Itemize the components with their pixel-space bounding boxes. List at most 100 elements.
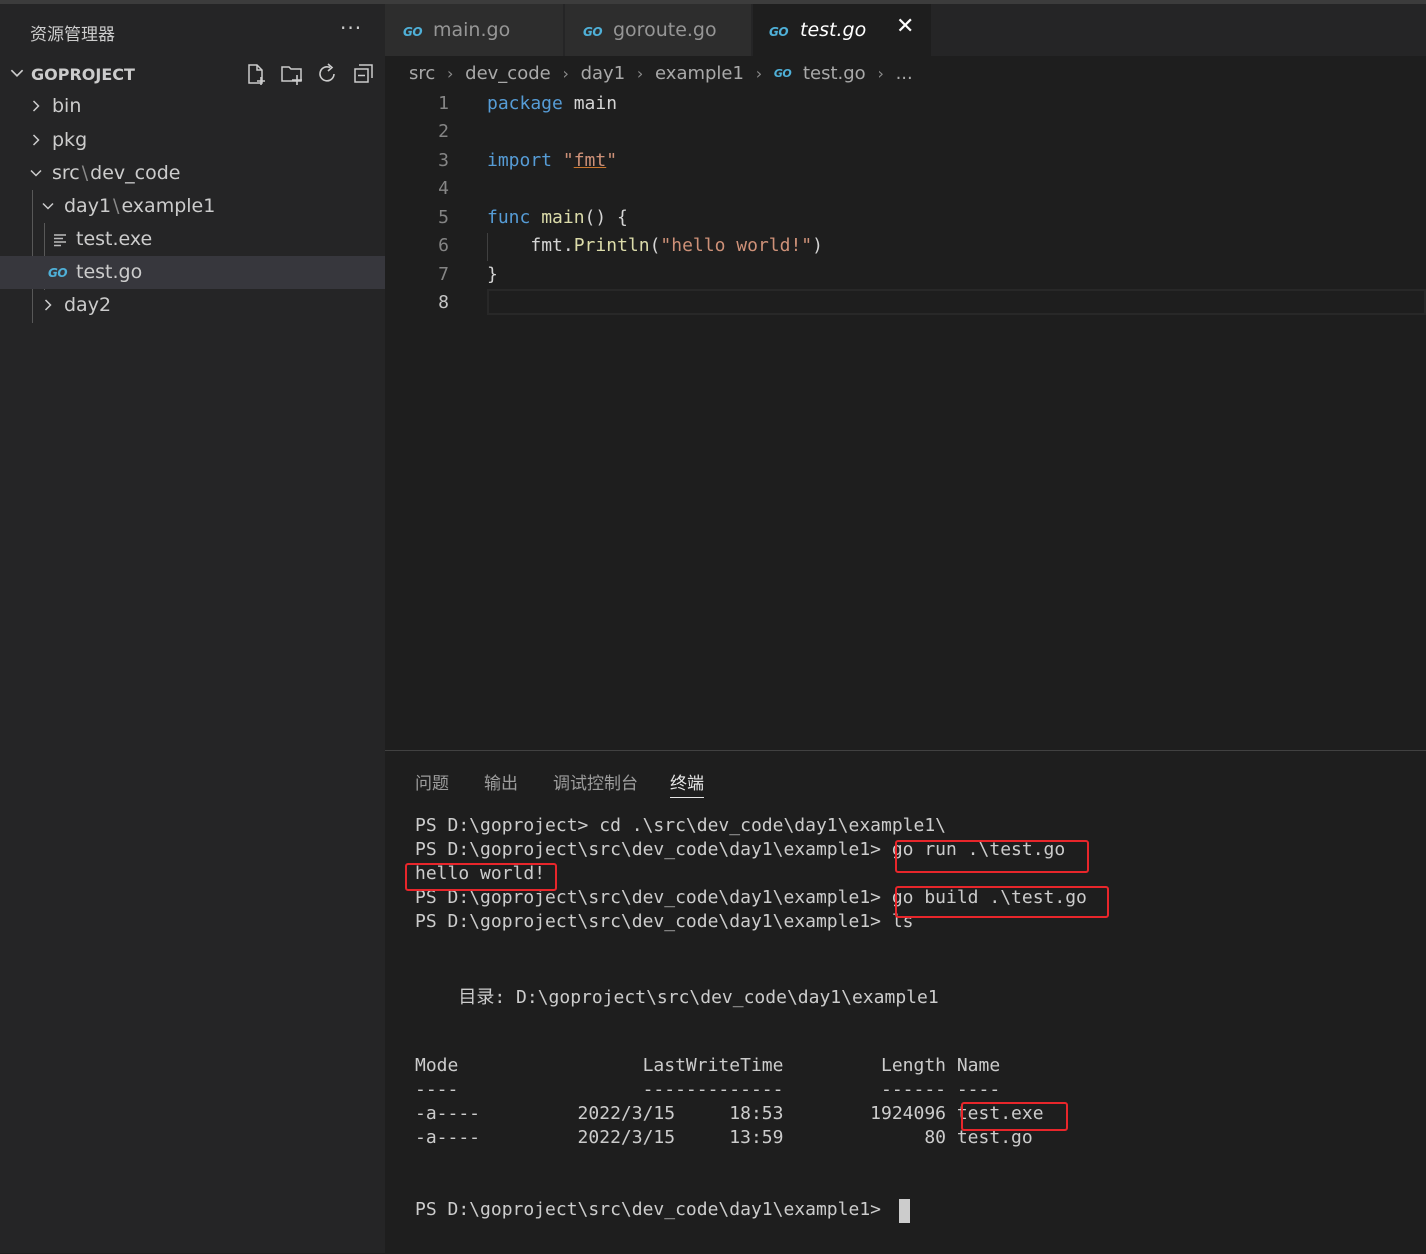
- line-number: 7: [438, 264, 449, 285]
- breadcrumb-item[interactable]: ...: [896, 63, 913, 84]
- terminal-cursor: [899, 1199, 910, 1223]
- path-segment: src: [52, 162, 80, 184]
- editor-tab-bar: GO main.go GO goroute.go GO test.go ✕: [385, 4, 1426, 56]
- breadcrumb-separator: ›: [636, 63, 644, 83]
- terminal-line: PS D:\goproject\src\dev_code\day1\exampl…: [415, 911, 914, 932]
- code-line: package main: [487, 93, 617, 114]
- chevron-down-icon: [30, 169, 42, 177]
- workspace-section-header[interactable]: GOPROJECT: [0, 58, 385, 90]
- code-line: }: [487, 264, 498, 285]
- tree-item-test-go[interactable]: GO test.go: [0, 256, 385, 289]
- go-file-icon: GO: [773, 66, 792, 80]
- function-name: Println: [573, 235, 650, 256]
- path-separator: \: [113, 195, 120, 217]
- new-folder-icon[interactable]: [280, 62, 304, 86]
- line-number: 2: [438, 121, 449, 142]
- line-number: 1: [438, 93, 449, 114]
- tree-item-label: test.go: [76, 261, 143, 283]
- tree-item-day2[interactable]: day2: [0, 289, 385, 322]
- go-file-icon: GO: [769, 25, 789, 39]
- package-ref: fmt.: [530, 235, 574, 256]
- tab-debug-console[interactable]: 调试控制台: [553, 769, 638, 794]
- terminal-line: Mode LastWriteTime Length Name: [415, 1055, 1001, 1076]
- code-editor[interactable]: 1 2 3 4 5 6 7 8 package main import "fmt…: [385, 90, 1426, 750]
- highlight-box-go-run: [895, 840, 1089, 873]
- tree-item-src-dev-code[interactable]: src \ dev_code: [0, 157, 385, 190]
- line-number: 6: [438, 235, 449, 256]
- terminal-line: PS D:\goproject\src\dev_code\day1\exampl…: [415, 1199, 892, 1220]
- string-literal: "hello world!": [660, 235, 813, 256]
- tree-item-day1-example1[interactable]: day1 \ example1: [0, 190, 385, 223]
- breadcrumb-item[interactable]: day1: [581, 63, 626, 84]
- tree-item-label: bin: [52, 95, 82, 117]
- more-actions-icon[interactable]: ···: [340, 16, 362, 40]
- punctuation: ): [812, 235, 823, 256]
- path-segment: dev_code: [90, 162, 181, 184]
- go-file-icon: GO: [583, 25, 603, 39]
- tab-label: main.go: [433, 19, 511, 41]
- chevron-right-icon: [32, 134, 40, 146]
- breadcrumb-item[interactable]: test.go: [803, 63, 866, 84]
- path-segment: example1: [121, 195, 216, 217]
- breadcrumb-separator: ›: [877, 63, 884, 83]
- breadcrumb-separator: ›: [755, 63, 763, 83]
- tree-item-test-exe[interactable]: test.exe: [0, 223, 385, 256]
- keyword: package: [487, 93, 563, 114]
- breadcrumb: src › dev_code › day1 › example1 › GO te…: [409, 62, 913, 88]
- highlight-box-hello-world: [405, 863, 557, 891]
- line-number: 3: [438, 150, 449, 171]
- keyword: func: [487, 207, 531, 228]
- chevron-right-icon: [44, 299, 52, 311]
- import-path: fmt: [573, 150, 607, 171]
- tree-item-bin[interactable]: bin: [0, 90, 385, 123]
- function-name: main: [530, 207, 585, 228]
- code-line: import "fmt": [487, 150, 617, 171]
- current-line-highlight: [487, 289, 1426, 315]
- tree-item-pkg[interactable]: pkg: [0, 124, 385, 157]
- file-lines-icon: [54, 234, 66, 247]
- keyword: import: [487, 150, 553, 171]
- string-quote: ": [552, 150, 574, 171]
- tab-terminal[interactable]: 终端: [670, 769, 704, 798]
- workspace-title: GOPROJECT: [31, 65, 135, 84]
- new-file-icon[interactable]: [244, 62, 268, 86]
- tab-main-go[interactable]: GO main.go: [385, 4, 563, 56]
- highlight-box-go-build: [895, 886, 1109, 918]
- breadcrumb-item[interactable]: dev_code: [465, 63, 551, 84]
- terminal-line: PS D:\goproject> cd .\src\dev_code\day1\…: [415, 815, 947, 836]
- code-line: func main() {: [487, 207, 628, 228]
- chevron-right-icon: [32, 100, 40, 112]
- punctuation: }: [487, 264, 498, 285]
- tab-goroute-go[interactable]: GO goroute.go: [565, 4, 751, 56]
- explorer-sidebar: 资源管理器 ··· GOPROJECT bin pkg src \ dev_co…: [0, 4, 385, 1253]
- tab-output[interactable]: 输出: [484, 769, 518, 794]
- code-line: fmt.Println("hello world!"): [487, 235, 823, 256]
- bottom-panel: 问题 输出 调试控制台 终端 PS D:\goproject> cd .\src…: [385, 750, 1426, 1254]
- go-file-icon: GO: [403, 25, 423, 39]
- tree-item-label: test.exe: [76, 228, 153, 250]
- sidebar-title: 资源管理器: [30, 25, 115, 45]
- terminal-line: -a---- 2022/3/15 18:53 1924096 test.exe: [415, 1103, 1044, 1124]
- punctuation: () {: [584, 207, 628, 228]
- tab-label: test.go: [800, 19, 867, 41]
- terminal-line: -a---- 2022/3/15 13:59 80 test.go: [415, 1127, 1033, 1148]
- tab-test-go[interactable]: GO test.go ✕: [753, 4, 931, 56]
- tab-label: goroute.go: [613, 19, 717, 41]
- close-icon[interactable]: ✕: [896, 14, 914, 39]
- tree-item-label: pkg: [52, 129, 88, 151]
- refresh-icon[interactable]: [316, 62, 340, 86]
- breadcrumb-item[interactable]: src: [409, 63, 435, 84]
- breadcrumb-separator: ›: [562, 63, 569, 83]
- breadcrumb-item[interactable]: example1: [655, 63, 744, 84]
- path-segment: day1: [64, 195, 112, 217]
- identifier: main: [562, 93, 618, 114]
- chevron-down-icon: [42, 202, 54, 210]
- tree-item-label: src \ dev_code: [52, 162, 180, 184]
- collapse-all-icon[interactable]: [352, 62, 376, 86]
- chevron-down-icon: [10, 69, 24, 78]
- line-number: 8: [438, 292, 449, 313]
- tab-problems[interactable]: 问题: [415, 769, 449, 794]
- go-file-icon: GO: [48, 266, 68, 280]
- path-separator: \: [81, 162, 89, 184]
- sidebar-header: 资源管理器 ···: [0, 4, 385, 58]
